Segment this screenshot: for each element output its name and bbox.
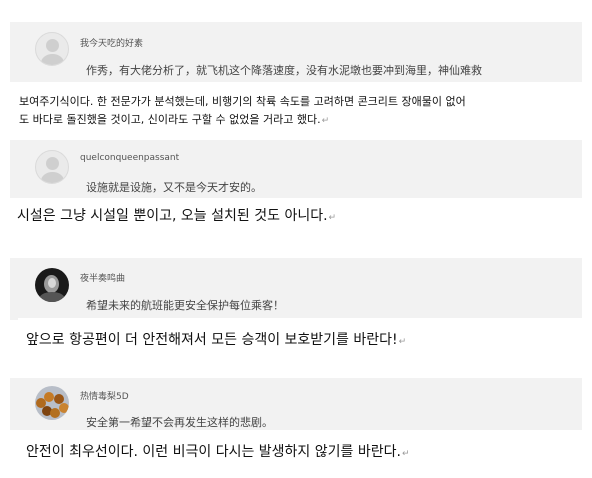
avatar[interactable] bbox=[35, 150, 69, 184]
avatar[interactable] bbox=[35, 268, 69, 302]
translation-line: 안전이 최우선이다. 이런 비극이 다시는 발생하지 않기를 바란다.↵ bbox=[26, 444, 410, 460]
translation-line: 보여주기식이다. 한 전문가가 분석했는데, 비행기의 착륙 속도를 고려하면 … bbox=[19, 95, 466, 108]
username[interactable]: 我今天吃的好素 bbox=[80, 36, 143, 49]
avatar[interactable] bbox=[35, 386, 69, 420]
return-mark-icon: ↵ bbox=[398, 337, 407, 347]
translation-line: 시설은 그냥 시설일 뿐이고, 오늘 설치된 것도 아니다.↵ bbox=[17, 208, 337, 224]
username[interactable]: 热情毒梨5D bbox=[80, 389, 129, 402]
username[interactable]: 夜半奏鸣曲 bbox=[80, 271, 125, 284]
comment-text: 安全第一希望不会再发生这样的悲剧。 bbox=[86, 416, 273, 429]
comment-text: 设施就是设施，又不是今天才安的。 bbox=[86, 181, 262, 194]
return-mark-icon: ↵ bbox=[328, 213, 337, 223]
username[interactable]: quelconqueenpassant bbox=[80, 153, 179, 163]
comment-text: 希望未来的航班能更安全保护每位乘客！ bbox=[86, 299, 284, 312]
return-mark-icon: ↵ bbox=[321, 116, 330, 126]
translation-line: 앞으로 항공편이 더 안전해져서 모든 승객이 보호받기를 바란다!↵ bbox=[26, 332, 407, 348]
comment-text: 作秀，有大佬分析了，就飞机这个降落速度，没有水泥墩也要冲到海里，神仙难救 bbox=[86, 64, 482, 77]
return-mark-icon: ↵ bbox=[401, 449, 410, 459]
avatar[interactable] bbox=[35, 32, 69, 66]
translation-line: 도 바다로 돌진했을 것이고, 신이라도 구할 수 없었을 거라고 했다.↵ bbox=[19, 113, 330, 126]
